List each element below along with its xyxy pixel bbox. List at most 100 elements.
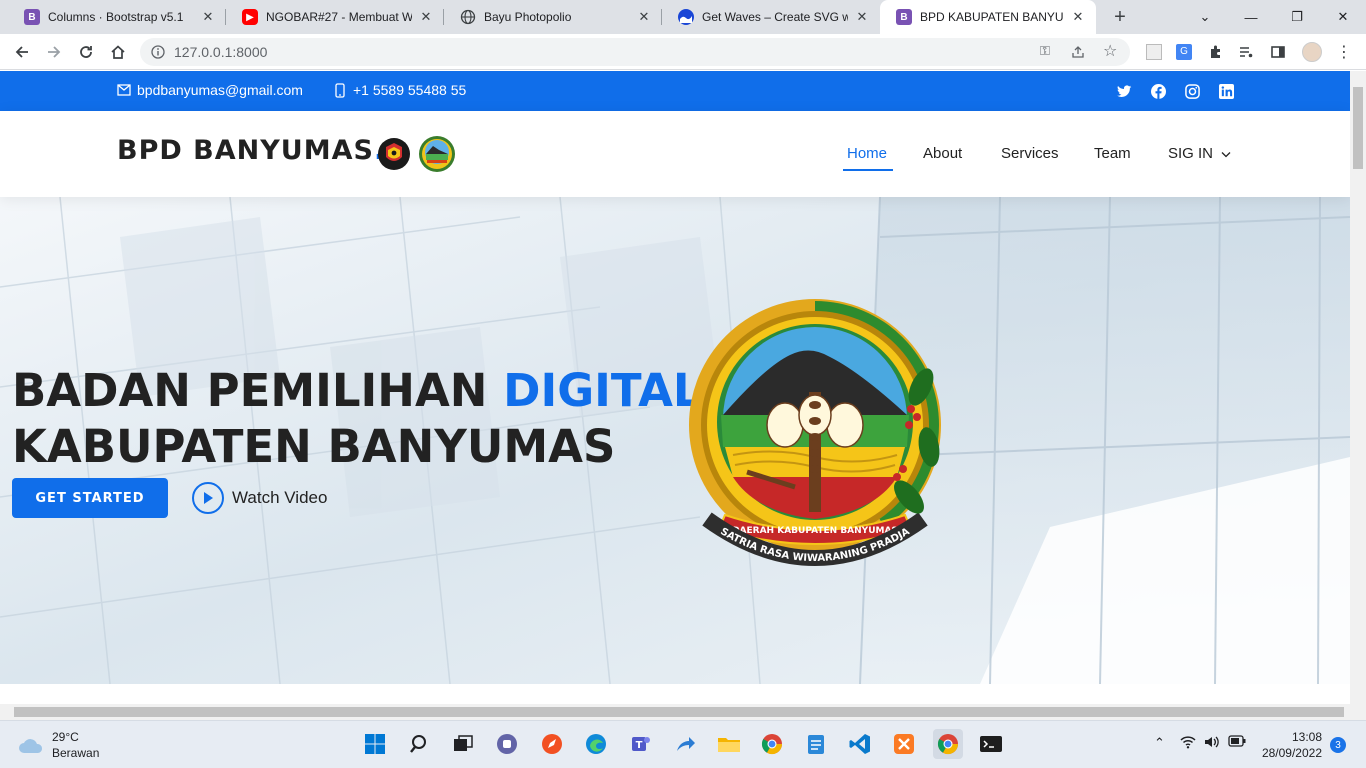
facebook-icon[interactable] bbox=[1149, 82, 1167, 100]
watch-video-label: Watch Video bbox=[232, 488, 328, 507]
close-icon[interactable]: ✕ bbox=[200, 9, 216, 25]
waves-icon bbox=[678, 9, 694, 25]
puzzle-icon[interactable] bbox=[1202, 38, 1230, 66]
share-arrow-app-icon[interactable] bbox=[670, 729, 700, 759]
chevron-down-icon bbox=[1221, 151, 1231, 157]
chevron-up-icon[interactable]: ⌃ bbox=[1154, 735, 1165, 751]
windows-taskbar: 29°C Berawan T ⌃ 13:08 28/09/2022 3 bbox=[0, 720, 1366, 768]
file-explorer-icon[interactable] bbox=[714, 729, 744, 759]
address-bar[interactable]: 127.0.0.1:8000 ⚿ ☆ bbox=[140, 38, 1130, 66]
hero-title-line2: KABUPATEN BANYUMAS bbox=[12, 420, 616, 473]
vertical-scrollbar[interactable] bbox=[1350, 71, 1366, 720]
twitter-icon[interactable] bbox=[1115, 82, 1133, 100]
nav-about[interactable]: About bbox=[923, 145, 962, 162]
contact-topbar: bpdbanyumas@gmail.com +1 5589 55488 55 bbox=[0, 71, 1350, 111]
close-icon[interactable]: ✕ bbox=[854, 9, 870, 25]
translate-icon[interactable]: G bbox=[1170, 38, 1198, 66]
new-tab-button[interactable]: + bbox=[1108, 5, 1132, 29]
wifi-icon[interactable] bbox=[1180, 735, 1196, 752]
xampp-icon[interactable] bbox=[889, 729, 919, 759]
phone-contact[interactable]: +1 5589 55488 55 bbox=[335, 82, 466, 98]
chrome-icon[interactable] bbox=[757, 729, 787, 759]
tab-title: Get Waves – Create SVG wave bbox=[702, 10, 848, 24]
hero-title: BADAN PEMILIHAN DIGITAL KABUPATEN BANYUM… bbox=[12, 363, 702, 475]
weather-widget[interactable]: 29°C Berawan bbox=[18, 729, 99, 761]
search-icon[interactable] bbox=[405, 729, 435, 759]
bookmark-star-icon[interactable]: ☆ bbox=[1103, 41, 1117, 61]
browser-tab[interactable]: ▶ NGOBAR#27 - Membuat Web ✕ bbox=[226, 0, 444, 34]
browser-toolbar: 127.0.0.1:8000 ⚿ ☆ G ⋮ bbox=[0, 34, 1366, 70]
media-queue-icon[interactable] bbox=[1232, 38, 1260, 66]
browser-tab[interactable]: B Columns · Bootstrap v5.1 ✕ bbox=[8, 0, 226, 34]
arrow-right-icon bbox=[48, 46, 61, 58]
weather-condition: Berawan bbox=[52, 746, 100, 760]
browser-tab[interactable]: Bayu Photopolio ✕ bbox=[444, 0, 662, 34]
minimize-button[interactable]: — bbox=[1228, 0, 1274, 34]
bootstrap-icon: B bbox=[24, 9, 40, 25]
nav-home[interactable]: Home bbox=[847, 145, 887, 162]
edge-browser-icon[interactable] bbox=[581, 729, 611, 759]
browser-tab[interactable]: Get Waves – Create SVG wave ✕ bbox=[662, 0, 880, 34]
phone-text: +1 5589 55488 55 bbox=[353, 82, 467, 98]
battery-icon[interactable] bbox=[1228, 735, 1246, 750]
arrow-left-icon bbox=[15, 46, 28, 58]
banyumas-emblem-icon bbox=[419, 136, 455, 172]
nav-team[interactable]: Team bbox=[1094, 145, 1131, 162]
hero-title-line1: BADAN PEMILIHAN bbox=[12, 364, 488, 417]
instagram-icon[interactable] bbox=[1183, 82, 1201, 100]
forward-button[interactable] bbox=[40, 38, 68, 66]
nav-signin[interactable]: SIG IN bbox=[1168, 145, 1231, 162]
weather-temp: 29°C bbox=[52, 730, 79, 744]
cloud-icon bbox=[19, 739, 43, 753]
notepad-icon[interactable] bbox=[801, 729, 831, 759]
close-window-button[interactable]: ✕ bbox=[1320, 0, 1366, 34]
close-icon[interactable]: ✕ bbox=[636, 9, 652, 25]
linkedin-icon[interactable] bbox=[1217, 82, 1235, 100]
tab-search-icon[interactable]: ⌄ bbox=[1182, 0, 1228, 34]
watch-video-button[interactable]: Watch Video bbox=[192, 482, 327, 514]
teams-icon[interactable]: T bbox=[626, 729, 656, 759]
tab-title: NGOBAR#27 - Membuat Web bbox=[266, 10, 412, 24]
chrome-active-icon[interactable] bbox=[933, 729, 963, 759]
volume-icon[interactable] bbox=[1204, 735, 1220, 752]
play-icon bbox=[192, 482, 224, 514]
restore-button[interactable]: ❐ bbox=[1274, 0, 1320, 34]
nav-active-indicator bbox=[843, 169, 893, 171]
site-logo[interactable]: BPD BANYUMAS. bbox=[117, 135, 385, 166]
clock-time: 13:08 bbox=[1291, 730, 1322, 744]
windows-start-icon[interactable] bbox=[360, 729, 390, 759]
hero-title-accent: DIGITAL bbox=[503, 364, 702, 417]
kpu-logo-icon bbox=[378, 138, 410, 170]
email-contact[interactable]: bpdbanyumas@gmail.com bbox=[117, 82, 303, 98]
notification-badge[interactable]: 3 bbox=[1330, 737, 1346, 753]
home-button[interactable] bbox=[104, 38, 132, 66]
key-icon[interactable]: ⚿ bbox=[1040, 43, 1050, 59]
reload-button[interactable] bbox=[72, 38, 100, 66]
home-icon bbox=[111, 45, 125, 59]
brand-text: BPD BANYUMAS bbox=[117, 135, 374, 166]
close-icon[interactable]: ✕ bbox=[1070, 9, 1086, 25]
nav-services[interactable]: Services bbox=[1001, 145, 1059, 162]
tab-title: BPD KABUPATEN BANYUMAS bbox=[920, 10, 1064, 24]
pencil-app-icon[interactable] bbox=[537, 729, 567, 759]
vscode-icon[interactable] bbox=[845, 729, 875, 759]
browser-tab-active[interactable]: B BPD KABUPATEN BANYUMAS ✕ bbox=[880, 0, 1096, 34]
horizontal-scrollbar[interactable] bbox=[0, 704, 1350, 720]
terminal-icon[interactable] bbox=[976, 729, 1006, 759]
system-clock[interactable]: 13:08 28/09/2022 bbox=[1258, 729, 1322, 761]
menu-icon[interactable]: ⋮ bbox=[1330, 38, 1358, 66]
envelope-icon bbox=[117, 84, 131, 96]
back-button[interactable] bbox=[8, 38, 36, 66]
share-icon[interactable] bbox=[1071, 45, 1085, 59]
teams-chat-icon[interactable] bbox=[492, 729, 522, 759]
web-page: bpdbanyumas@gmail.com +1 5589 55488 55 B… bbox=[0, 71, 1350, 704]
svg-text:DAERAH KABUPATEN BANYUMAS: DAERAH KABUPATEN BANYUMAS bbox=[732, 526, 898, 536]
svg-text:T: T bbox=[636, 740, 643, 751]
close-icon[interactable]: ✕ bbox=[418, 9, 434, 25]
side-panel-icon[interactable] bbox=[1264, 38, 1292, 66]
url-text: 127.0.0.1:8000 bbox=[174, 44, 268, 60]
extension-icon[interactable] bbox=[1140, 38, 1168, 66]
get-started-button[interactable]: GET STARTED bbox=[12, 478, 168, 518]
profile-avatar[interactable] bbox=[1298, 38, 1326, 66]
task-view-icon[interactable] bbox=[448, 729, 478, 759]
